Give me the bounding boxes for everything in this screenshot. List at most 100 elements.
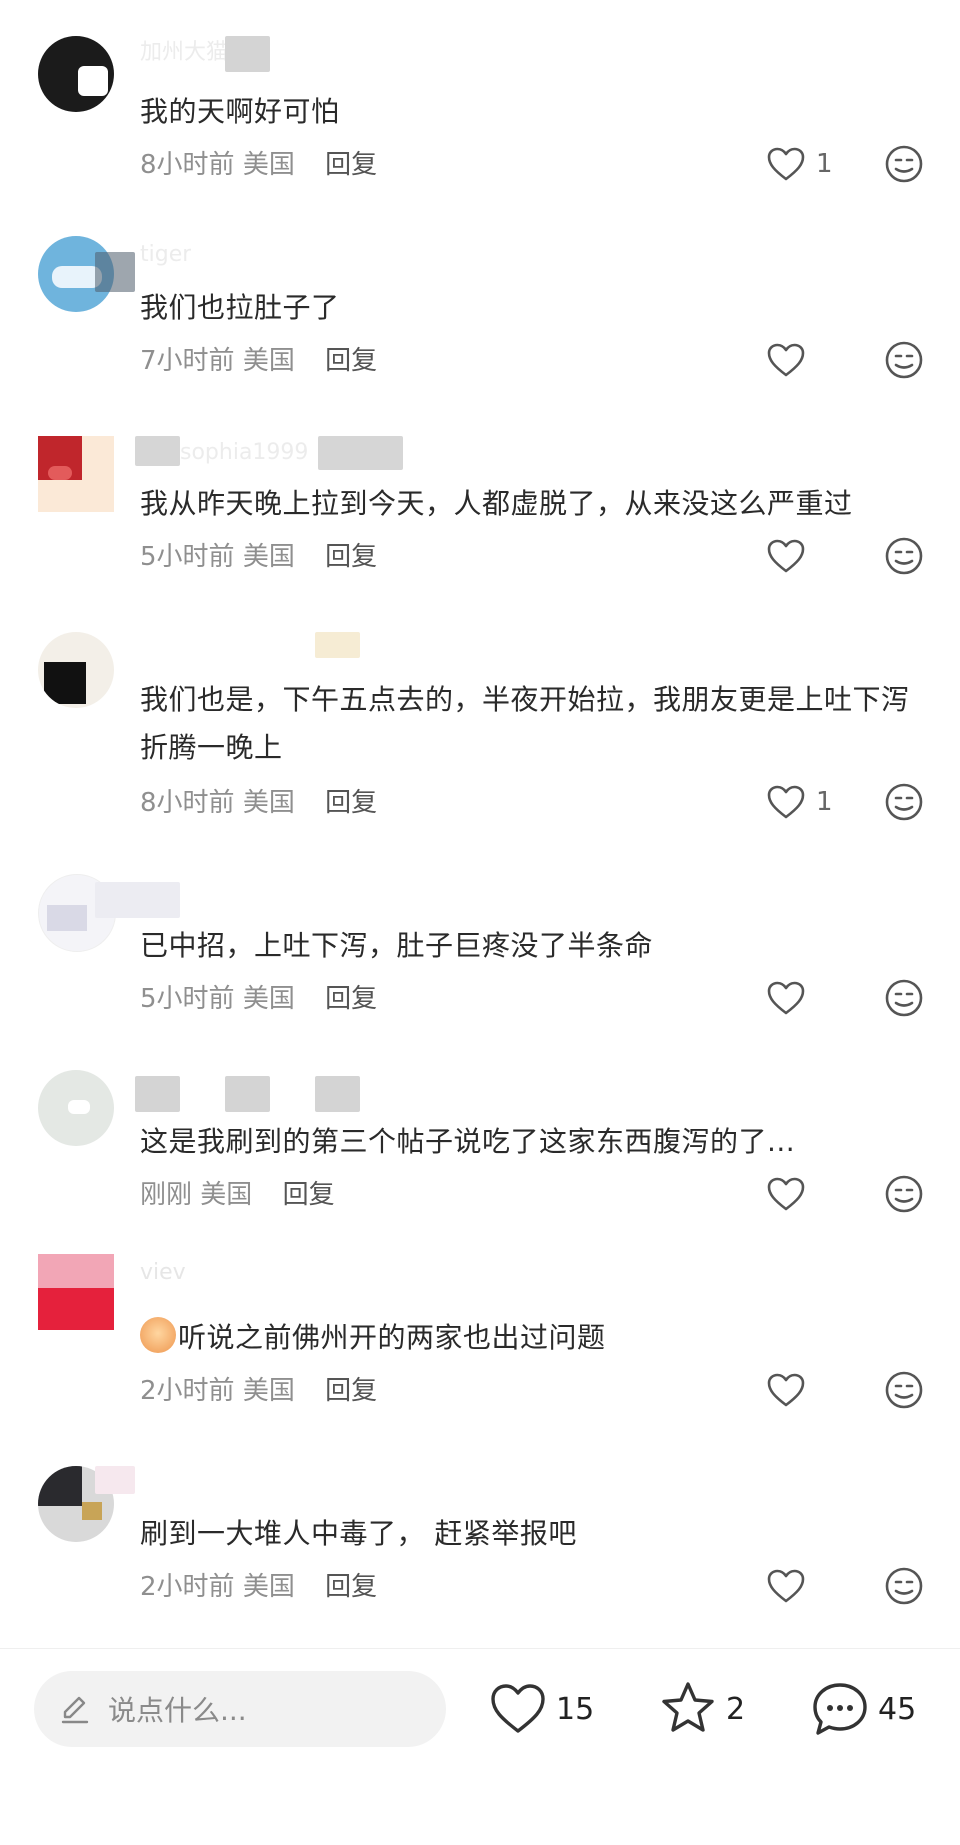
- meh-face-icon: [885, 537, 923, 575]
- comment-location: 美国: [242, 1572, 295, 1602]
- comment-meta: 2小时前 美国 回复: [140, 1370, 377, 1407]
- emoji-reaction-button[interactable]: [884, 978, 924, 1018]
- heart-outline-icon: [767, 1373, 805, 1407]
- comment-text: 听说之前佛州开的两家也出过问题: [140, 1314, 920, 1362]
- username[interactable]: tiger: [140, 242, 191, 272]
- comment-input[interactable]: 说点什么...: [34, 1671, 446, 1747]
- comment-location: 美国: [242, 542, 295, 572]
- username-redaction: [318, 436, 403, 470]
- reply-button[interactable]: 回复: [325, 346, 377, 376]
- username-text: viev: [140, 1260, 186, 1285]
- avatar[interactable]: [38, 1254, 114, 1330]
- comment-location: 美国: [200, 1180, 253, 1210]
- comment-time: 7小时前: [140, 346, 235, 376]
- username[interactable]: sophia1999: [180, 440, 308, 470]
- username-redaction: [95, 1466, 135, 1494]
- reply-button[interactable]: 回复: [325, 1572, 377, 1602]
- crying-face-icon: [140, 1317, 176, 1353]
- heart-outline-icon: [767, 1177, 805, 1211]
- emoji-reaction-button[interactable]: [884, 340, 924, 380]
- meh-face-icon: [885, 145, 923, 183]
- comment-location: 美国: [242, 984, 295, 1014]
- comment-post-button[interactable]: 45: [810, 1679, 916, 1739]
- meh-face-icon: [885, 1371, 923, 1409]
- username-redaction: [135, 1076, 180, 1112]
- heart-outline-icon: [767, 981, 805, 1015]
- comment-text: 已中招，上吐下泻，肚子巨疼没了半条命: [140, 929, 654, 962]
- like-post-button[interactable]: 15: [488, 1679, 594, 1739]
- reply-button[interactable]: 回复: [325, 150, 377, 180]
- emoji-reaction-button[interactable]: [884, 536, 924, 576]
- like-button[interactable]: [766, 536, 836, 576]
- like-button[interactable]: [766, 1566, 836, 1606]
- comment-location: 美国: [242, 150, 295, 180]
- heart-outline-icon: [767, 1569, 805, 1603]
- meh-face-icon: [885, 783, 923, 821]
- post-comment-count: 45: [878, 1691, 917, 1727]
- username-redaction: [135, 436, 180, 466]
- avatar[interactable]: [38, 1070, 114, 1146]
- like-count: 1: [816, 149, 833, 179]
- bottom-action-bar: 说点什么... 15 2 45: [0, 1649, 960, 1845]
- star-outline-icon: [662, 1682, 714, 1732]
- heart-outline-icon: [491, 1684, 545, 1733]
- comment-location: 美国: [242, 346, 295, 376]
- reply-button[interactable]: 回复: [325, 788, 377, 818]
- emoji-reaction-button[interactable]: [884, 782, 924, 822]
- comment-text-content: 听说之前佛州开的两家也出过问题: [178, 1321, 606, 1354]
- comment-meta: 8小时前 美国 回复: [140, 782, 377, 819]
- emoji-reaction-button[interactable]: [884, 144, 924, 184]
- comment-meta: 刚刚 美国 回复: [140, 1174, 335, 1211]
- comment-text: 我从昨天晚上拉到今天，人都虚脱了，从来没这么严重过: [140, 487, 853, 520]
- like-button[interactable]: [766, 1174, 836, 1214]
- like-count: 1: [816, 787, 833, 817]
- heart-outline-icon: [767, 343, 805, 377]
- username-redaction: [95, 882, 180, 918]
- reply-button[interactable]: 回复: [325, 542, 377, 572]
- like-button[interactable]: 1: [766, 782, 836, 822]
- emoji-reaction-button[interactable]: [884, 1174, 924, 1214]
- username[interactable]: viev: [140, 1260, 186, 1290]
- comment-time: 8小时前: [140, 150, 235, 180]
- like-button[interactable]: [766, 340, 836, 380]
- comment-text: 我们也是，下午五点去的，半夜开始拉，我朋友更是上吐下泻折腾一晚上: [140, 683, 910, 764]
- pen-icon: [61, 1696, 89, 1724]
- avatar[interactable]: [38, 436, 114, 512]
- reply-button[interactable]: 回复: [325, 984, 377, 1014]
- username-redaction: [225, 1076, 270, 1112]
- heart-outline-icon: [767, 785, 805, 819]
- meh-face-icon: [885, 979, 923, 1017]
- comment-meta: 7小时前 美国 回复: [140, 340, 377, 377]
- comment-location: 美国: [242, 1376, 295, 1406]
- collect-post-button[interactable]: 2: [658, 1679, 745, 1739]
- like-button[interactable]: 1: [766, 144, 836, 184]
- comment-time: 2小时前: [140, 1572, 235, 1602]
- like-button[interactable]: [766, 1370, 836, 1410]
- username-redaction: [225, 36, 270, 72]
- avatar[interactable]: [38, 36, 114, 112]
- post-like-count: 15: [556, 1691, 595, 1727]
- comment-input-placeholder: 说点什么...: [108, 1694, 247, 1727]
- reply-button[interactable]: 回复: [325, 1376, 377, 1406]
- reply-button[interactable]: 回复: [283, 1180, 335, 1210]
- meh-face-icon: [885, 1567, 923, 1605]
- heart-outline-icon: [767, 539, 805, 573]
- comment-text: 这是我刷到的第三个帖子说吃了这家东西腹泻的了...: [140, 1125, 796, 1158]
- heart-outline-icon: [767, 147, 805, 181]
- emoji-reaction-button[interactable]: [884, 1566, 924, 1606]
- avatar[interactable]: [38, 632, 114, 708]
- comment-time: 刚刚: [140, 1180, 193, 1210]
- post-star-count: 2: [726, 1691, 746, 1727]
- comment-time: 2小时前: [140, 1376, 235, 1406]
- like-button[interactable]: [766, 978, 836, 1018]
- emoji-reaction-button[interactable]: [884, 1370, 924, 1410]
- username-redaction: [315, 1076, 360, 1112]
- username-redaction: [95, 252, 135, 292]
- username-text: tiger: [140, 242, 192, 267]
- comment-meta: 2小时前 美国 回复: [140, 1566, 377, 1603]
- comment-time: 8小时前: [140, 788, 235, 818]
- comment-meta: 5小时前 美国 回复: [140, 536, 377, 573]
- chat-bubble-icon: [813, 1683, 867, 1735]
- comment-meta: 8小时前 美国 回复: [140, 144, 377, 181]
- comment-text: 我们也拉肚子了: [140, 291, 340, 324]
